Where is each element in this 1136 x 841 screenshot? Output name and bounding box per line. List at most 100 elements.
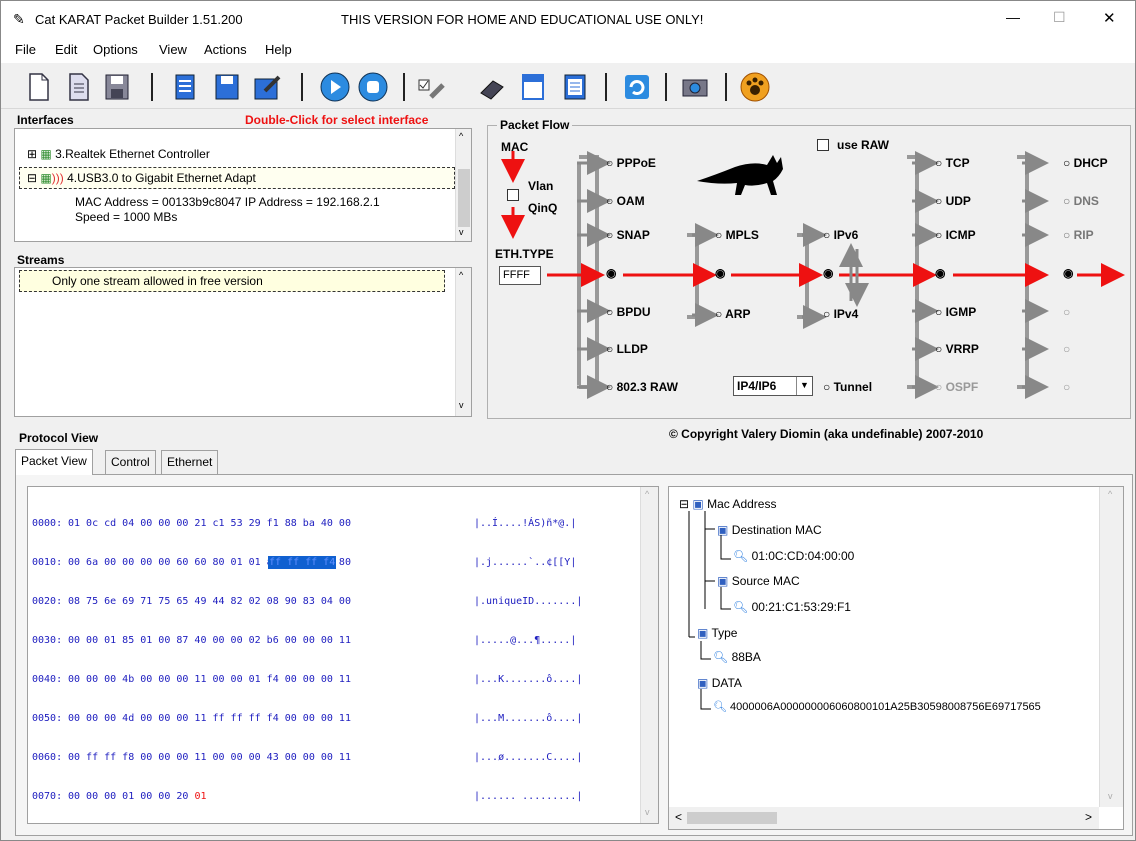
- option-igmp[interactable]: ○ IGMP: [935, 305, 976, 319]
- collapse-icon[interactable]: ⊟: [27, 171, 37, 185]
- menu-file[interactable]: File: [15, 42, 36, 57]
- ip-version-select[interactable]: IP4/IP6 ▼: [733, 376, 813, 396]
- option-dhcp[interactable]: ○ DHCP: [1063, 156, 1108, 170]
- hex-row[interactable]: 08 75 6e 69 71 75 65 49 44 82 02 08 90 8…: [68, 595, 351, 608]
- close-button[interactable]: ✕: [1103, 9, 1116, 27]
- hex-row[interactable]: 00 ff ff f8 00 00 00 11 00 00 00 43 00 0…: [68, 751, 351, 764]
- hex-offset: 0050:: [32, 713, 63, 724]
- window-title: Cat KARAT Packet Builder 1.51.200: [35, 12, 243, 27]
- refresh-icon[interactable]: [621, 71, 653, 103]
- interface-item-realtek[interactable]: ⊞ ▦ 3.Realtek Ethernet Controller: [27, 147, 210, 161]
- interface-item-usb[interactable]: ⊟ ▦))) 4.USB3.0 to Gigabit Ethernet Adap…: [19, 167, 455, 189]
- hex-row[interactable]: 00 00 00 4b 00 00 00 11 00 00 01 f4 00 0…: [68, 673, 351, 686]
- streams-list[interactable]: Only one stream allowed in free version …: [14, 267, 472, 417]
- app-window: ✎ Cat KARAT Packet Builder 1.51.200 THIS…: [0, 0, 1136, 841]
- eraser-icon[interactable]: [477, 71, 509, 103]
- cat-logo-icon: [697, 155, 783, 195]
- option-l2-selected[interactable]: ◉: [715, 266, 725, 280]
- paw-icon[interactable]: [739, 71, 771, 103]
- option-ipv4[interactable]: ○ IPv4: [823, 307, 858, 321]
- version-notice: THIS VERSION FOR HOME AND EDUCATIONAL US…: [341, 12, 704, 27]
- document-icon[interactable]: [517, 71, 549, 103]
- option-icmp[interactable]: ○ ICMP: [935, 228, 976, 242]
- ascii-row: |.j......`..¢[[Y|: [474, 557, 577, 568]
- option-bpdu[interactable]: ○ BPDU: [606, 305, 651, 319]
- hex-bytes[interactable]: 01 0c cd 04 00 00 00 21 c1 53 29 f1 88 b…: [68, 491, 351, 829]
- use-raw-checkbox[interactable]: [817, 139, 829, 151]
- vlan-checkbox[interactable]: [507, 189, 519, 201]
- option-oam[interactable]: ○ OAM: [606, 194, 645, 208]
- option-l3-selected[interactable]: ◉: [823, 266, 833, 280]
- network-card-icon: ▦: [40, 147, 52, 161]
- checklist-icon[interactable]: [415, 71, 447, 103]
- tree-scrollbar-vertical[interactable]: ^ v: [1099, 487, 1123, 807]
- menu-options[interactable]: Options: [93, 42, 138, 57]
- expand-icon[interactable]: ⊞: [27, 147, 37, 161]
- binary-file-icon[interactable]: [559, 71, 591, 103]
- option-udp[interactable]: ○ UDP: [935, 194, 971, 208]
- hex-offset: 0040:: [32, 674, 63, 685]
- open-file-icon[interactable]: [63, 71, 95, 103]
- option-vrrp[interactable]: ○ VRRP: [935, 342, 979, 356]
- option-arp[interactable]: ○ ARP: [715, 307, 750, 321]
- option-rip[interactable]: ○ RIP: [1063, 228, 1094, 242]
- hex-row[interactable]: 01 0c cd 04 00 00 00 21 c1 53 29 f1 88 b…: [68, 517, 351, 530]
- option-pppoe[interactable]: ○ PPPoE: [606, 156, 656, 170]
- eth-type-input[interactable]: FFFF: [499, 266, 541, 285]
- option-lldp[interactable]: ○ LLDP: [606, 342, 648, 356]
- option-l5-empty-1[interactable]: ○: [1063, 305, 1070, 319]
- menu-actions[interactable]: Actions: [204, 42, 247, 57]
- option-tcp[interactable]: ○ TCP: [935, 156, 970, 170]
- play-icon[interactable]: [319, 71, 351, 103]
- vlan-label: Vlan: [528, 179, 554, 193]
- copyright-text: © Copyright Valery Diomin (aka undefinab…: [669, 427, 984, 441]
- menu-view[interactable]: View: [159, 42, 187, 57]
- option-l5-empty-3[interactable]: ○: [1063, 380, 1070, 394]
- hex-offsets: 0000: 0010: 0020: 0030: 0040: 0050: 0060…: [32, 491, 68, 829]
- interfaces-list[interactable]: ⊞ ▦ 3.Realtek Ethernet Controller ⊟ ▦)))…: [14, 128, 472, 242]
- network-card-icon: ▦: [40, 171, 52, 185]
- interfaces-scrollbar[interactable]: ^ v: [455, 129, 471, 241]
- hex-row[interactable]: 00 00 00 4d 00 00 00 11 ff ff ff f4 00 0…: [68, 712, 351, 725]
- option-ipv6[interactable]: ○ IPv6: [823, 228, 858, 242]
- streams-scrollbar[interactable]: ^ v: [455, 268, 471, 416]
- hex-offset: 0070:: [32, 791, 63, 802]
- list-icon[interactable]: [169, 71, 201, 103]
- hex-row[interactable]: 00 00 01 85 01 00 87 40 00 00 02 b6 00 0…: [68, 634, 351, 647]
- maximize-button[interactable]: ☐: [1053, 9, 1066, 26]
- camera-icon[interactable]: [679, 71, 711, 103]
- option-snap[interactable]: ○ SNAP: [606, 228, 650, 242]
- protocol-tree[interactable]: ⊟ ▣ Mac Address ▣ Destination MAC 🔍︎ 01:…: [668, 486, 1124, 830]
- ascii-row: |.....@...¶.....|: [474, 635, 577, 646]
- option-l5-empty-2[interactable]: ○: [1063, 342, 1070, 356]
- option-l4-selected[interactable]: ◉: [935, 266, 945, 280]
- option-ospf[interactable]: ○ OSPF: [935, 380, 978, 394]
- signal-icon: ))): [51, 171, 64, 185]
- tab-ethernet[interactable]: Ethernet: [161, 450, 219, 474]
- hex-row-last[interactable]: 00 00 00 01 00 00 20 01: [68, 790, 351, 803]
- menu-help[interactable]: Help: [265, 42, 292, 57]
- option-dns[interactable]: ○ DNS: [1063, 194, 1099, 208]
- stream-item[interactable]: Only one stream allowed in free version: [19, 270, 445, 292]
- option-mpls[interactable]: ○ MPLS: [715, 228, 759, 242]
- hex-scrollbar[interactable]: ^ v: [640, 487, 658, 823]
- tab-packet-view[interactable]: Packet View: [15, 449, 93, 475]
- menu-edit[interactable]: Edit: [55, 42, 77, 57]
- edit-icon[interactable]: [251, 71, 283, 103]
- qinq-label: QinQ: [528, 201, 558, 215]
- menu-bar: File Edit Options View Actions Help: [1, 37, 1135, 63]
- option-l5-selected[interactable]: ◉: [1063, 266, 1073, 280]
- hex-view[interactable]: 0000: 0010: 0020: 0030: 0040: 0050: 0060…: [27, 486, 659, 824]
- minimize-button[interactable]: —: [1006, 9, 1020, 25]
- save-file-icon[interactable]: [101, 71, 133, 103]
- tab-control[interactable]: Control: [105, 450, 156, 474]
- new-file-icon[interactable]: [23, 71, 55, 103]
- option-ethernet-selected[interactable]: ◉: [606, 266, 616, 280]
- hex-selection[interactable]: ff ff ff f4: [268, 556, 337, 569]
- tree-scrollbar-horizontal[interactable]: < >: [669, 807, 1099, 829]
- option-tunnel[interactable]: ○ Tunnel: [823, 380, 872, 394]
- stop-icon[interactable]: [357, 71, 389, 103]
- interfaces-title: Interfaces: [17, 113, 74, 127]
- option-8023-raw[interactable]: ○ 802.3 RAW: [606, 380, 678, 394]
- save-as-icon[interactable]: [211, 71, 243, 103]
